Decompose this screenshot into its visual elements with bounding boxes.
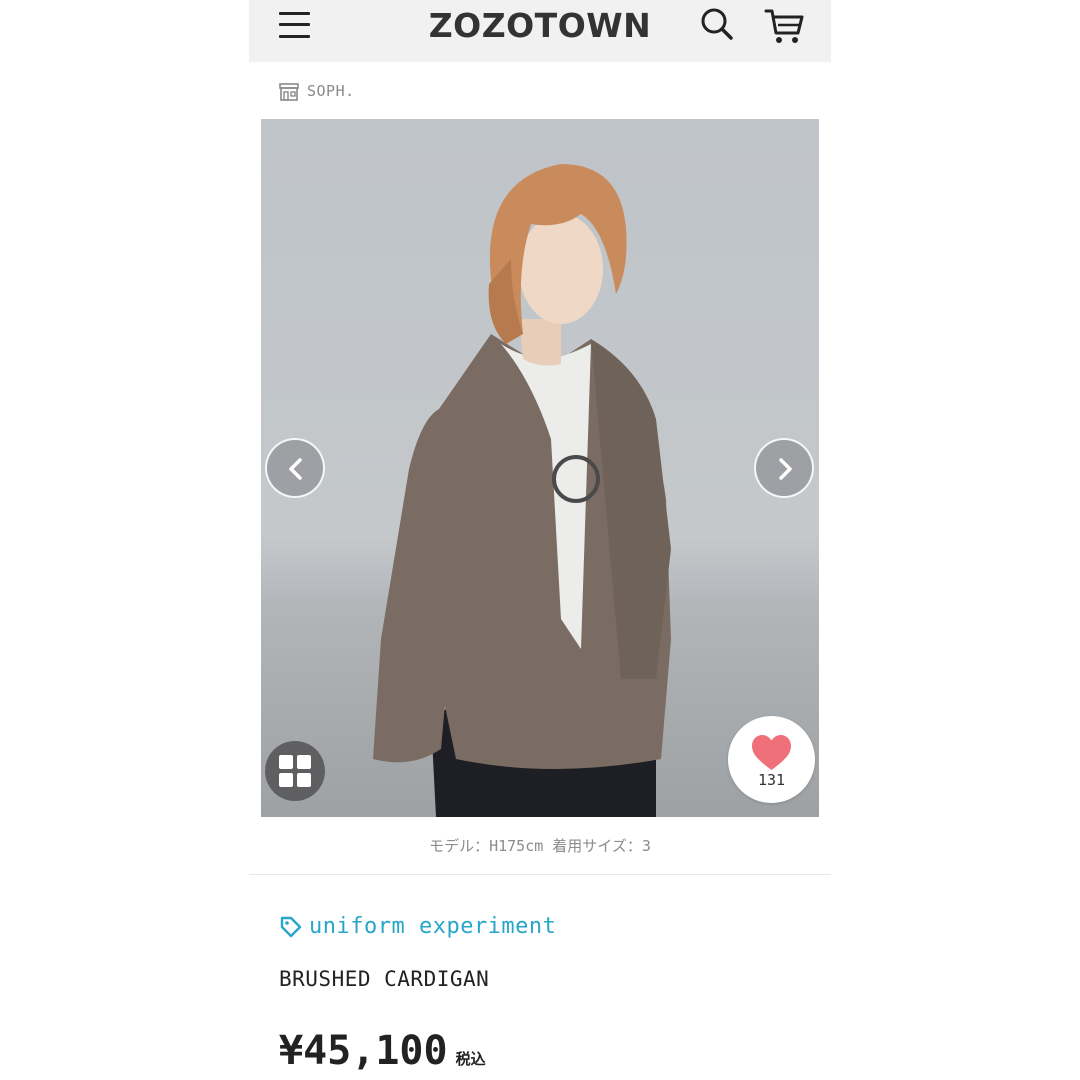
tax-label: 税込 (455, 1050, 486, 1068)
brand-link[interactable]: uniform experiment (309, 914, 556, 939)
next-image-button[interactable] (754, 438, 814, 498)
header: ZOZOTOWN (249, 0, 831, 62)
shop-name: SOPH. (307, 82, 355, 100)
brand-row: uniform experiment (279, 914, 556, 939)
grid-icon (279, 755, 311, 787)
price-row: ¥45,100 税込 (279, 1028, 486, 1074)
product-name: BRUSHED CARDIGAN (279, 967, 490, 991)
favorite-button[interactable]: 131 (728, 716, 815, 803)
product-price: ¥45,100 (279, 1028, 448, 1074)
cart-icon[interactable] (764, 6, 806, 46)
chevron-left-icon (289, 458, 302, 480)
divider (249, 874, 831, 875)
tag-icon (280, 916, 302, 937)
product-photo (373, 164, 671, 817)
chevron-right-icon (779, 458, 792, 480)
mobile-page: ZOZOTOWN SOPH. 131 モデル：H175cm 着用サイズ：3 un… (249, 0, 831, 1080)
product-image-gallery[interactable]: 131 (261, 119, 819, 817)
shop-link[interactable]: SOPH. (279, 79, 355, 103)
site-logo[interactable]: ZOZOTOWN (249, 6, 831, 45)
model-info-caption: モデル：H175cm 着用サイズ：3 (429, 837, 651, 855)
search-icon[interactable] (699, 6, 735, 42)
prev-image-button[interactable] (265, 438, 325, 498)
shop-icon (279, 82, 299, 101)
favorite-count: 131 (757, 771, 786, 789)
image-grid-button[interactable] (265, 741, 325, 801)
